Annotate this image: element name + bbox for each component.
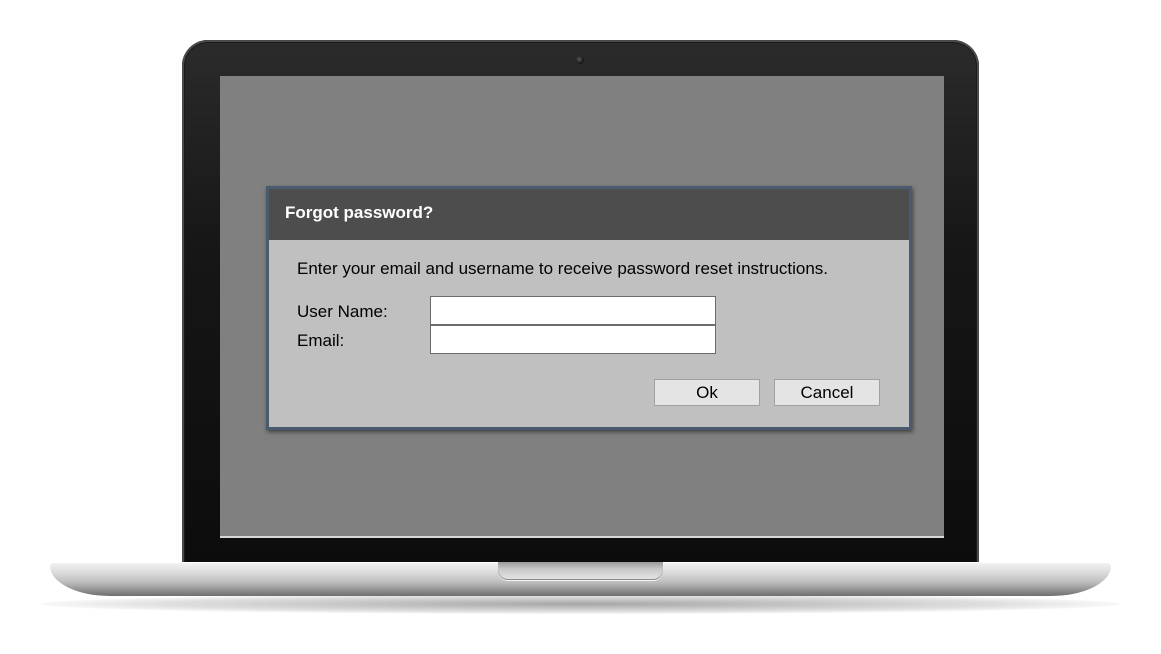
screen-bottom-edge xyxy=(220,536,944,538)
laptop-shadow xyxy=(40,594,1121,614)
ok-button[interactable]: Ok xyxy=(654,379,760,406)
dialog-message: Enter your email and username to receive… xyxy=(297,259,829,278)
cancel-button[interactable]: Cancel xyxy=(774,379,880,406)
laptop-mockup: Forgot password? Enter your email and us… xyxy=(0,0,1161,654)
dialog-title: Forgot password? xyxy=(285,203,434,222)
email-label: Email: xyxy=(297,331,345,350)
laptop-opening-notch xyxy=(498,562,663,580)
email-input[interactable] xyxy=(430,325,716,354)
forgot-password-dialog: Forgot password? Enter your email and us… xyxy=(266,186,912,430)
dialog-header: Forgot password? xyxy=(269,189,909,240)
camera-icon xyxy=(576,56,584,64)
username-label: User Name: xyxy=(297,302,388,321)
username-input[interactable] xyxy=(430,296,716,325)
